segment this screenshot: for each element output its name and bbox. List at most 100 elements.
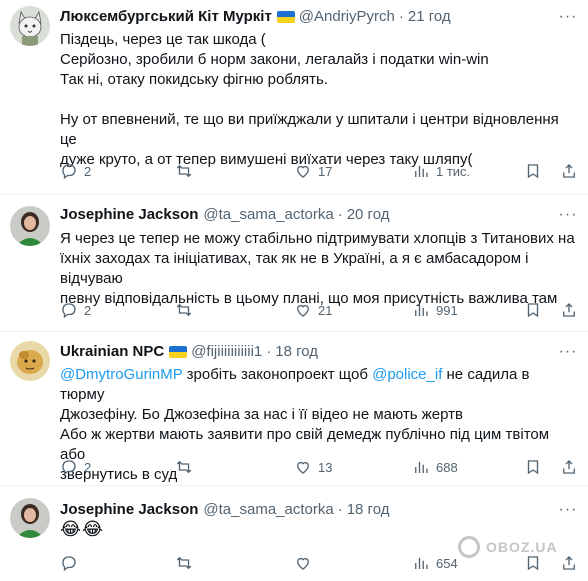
views-count: 654 [436, 555, 458, 571]
like-button[interactable]: 21 [294, 300, 332, 320]
tweet-line: @DmytroGurinMP зробіть законопроект щоб … [60, 365, 578, 405]
tweet-line: Так ні, отаку покидську фігню роблять. [60, 71, 329, 88]
tweet-text: Піздець, через це так шкода ( Серйозно, … [60, 30, 578, 170]
tweet-line: Серйозно, зробили б норм закони, легалай… [60, 51, 489, 68]
user-handle[interactable]: @fijiiiiiiiiiii1 [191, 342, 262, 362]
like-icon [297, 461, 309, 474]
tweet-line: Джозефіну. Бо Джозефіна за нас і її віде… [60, 406, 463, 423]
reply-count: 2 [84, 459, 92, 475]
like-button[interactable]: 13 [294, 457, 332, 477]
avatar[interactable] [10, 341, 50, 381]
tweet-header: Josephine Jackson @ta_sama_actorka · 18 … [60, 500, 389, 520]
timestamp[interactable]: 20 год [347, 205, 390, 225]
reply-button[interactable] [60, 553, 84, 573]
views-icon [415, 461, 428, 473]
share-icon [563, 460, 575, 474]
like-icon [297, 304, 309, 317]
like-count: 17 [318, 163, 333, 179]
separator-dot: · [337, 501, 343, 518]
like-count: 13 [318, 459, 333, 475]
tweet-line: їхніх заходах та ініціативах, так як не … [60, 250, 529, 287]
reply-icon [62, 164, 76, 180]
retweet-button[interactable] [175, 457, 199, 477]
reply-button[interactable]: 2 [60, 161, 91, 181]
timestamp[interactable]: 18 год [347, 500, 390, 520]
separator-dot: · [266, 343, 272, 360]
share-button[interactable] [560, 161, 578, 181]
bookmark-icon [527, 303, 539, 318]
more-icon[interactable]: ··· [558, 500, 578, 520]
bookmark-icon [527, 164, 539, 179]
share-button[interactable] [560, 300, 578, 320]
views-count: 688 [436, 459, 458, 475]
tweet-text-fragment: зробіть законопроект щоб [182, 366, 373, 383]
reply-icon [62, 460, 76, 476]
views-button[interactable]: 991 [412, 300, 458, 320]
tweet-text: Я через це тепер не можу стабільно підтр… [60, 229, 578, 309]
reply-icon [62, 556, 76, 572]
views-count: 991 [436, 302, 458, 318]
tweet-line: Піздець, через це так шкода ( [60, 31, 266, 48]
ukraine-flag-icon [169, 346, 188, 358]
views-button[interactable]: 1 тис. [412, 161, 470, 181]
retweet-button[interactable] [175, 553, 199, 573]
bookmark-button[interactable] [524, 457, 542, 477]
user-handle[interactable]: @ta_sama_actorka [203, 205, 333, 225]
tweet-3[interactable]: Ukrainian NPC @fijiiiiiiiiiii1 · 18 год … [0, 332, 588, 484]
retweet-button[interactable] [175, 161, 199, 181]
timestamp[interactable]: 18 год [275, 342, 318, 362]
display-name[interactable]: Josephine Jackson [60, 500, 198, 520]
display-name[interactable]: Josephine Jackson [60, 205, 198, 225]
avatar[interactable] [10, 498, 50, 538]
retweet-button[interactable] [175, 300, 199, 320]
reply-icon [62, 303, 76, 319]
views-icon [415, 165, 428, 177]
like-button[interactable] [294, 553, 318, 573]
views-count: 1 тис. [436, 163, 471, 179]
reply-button[interactable]: 2 [60, 300, 91, 320]
mention-link[interactable]: @police_if [372, 366, 442, 383]
bookmark-icon [527, 460, 539, 475]
retweet-icon [176, 303, 192, 317]
tweet-header: Люксембургський Кіт Муркіт @AndriyPyrch … [60, 7, 451, 27]
tweet-line: Я через це тепер не можу стабільно підтр… [60, 230, 575, 247]
timestamp[interactable]: 21 год [408, 7, 451, 27]
more-icon[interactable]: ··· [558, 342, 578, 362]
user-photo-icon [10, 498, 50, 538]
tweet-line [60, 90, 578, 110]
tweet-header: Josephine Jackson @ta_sama_actorka · 20 … [60, 205, 389, 225]
watermark-logo: OBOZ.UA [458, 533, 578, 561]
bookmark-button[interactable] [524, 300, 542, 320]
watermark-ring-icon [458, 536, 480, 558]
separator-dot: · [337, 206, 343, 223]
user-photo-icon [10, 206, 50, 246]
more-icon[interactable]: ··· [558, 7, 578, 27]
more-icon[interactable]: ··· [558, 205, 578, 225]
separator-dot: · [398, 8, 404, 25]
user-handle[interactable]: @ta_sama_actorka [203, 500, 333, 520]
ukraine-flag-icon [276, 11, 295, 23]
share-button[interactable] [560, 457, 578, 477]
views-button[interactable]: 688 [412, 457, 458, 477]
reply-button[interactable]: 2 [60, 457, 91, 477]
views-button[interactable]: 654 [412, 553, 458, 573]
views-icon [415, 304, 428, 316]
views-icon [415, 557, 428, 569]
mention-link[interactable]: @DmytroGurinMP [60, 366, 182, 383]
bookmark-button[interactable] [524, 161, 542, 181]
share-icon [563, 303, 575, 317]
avatar[interactable] [10, 206, 50, 246]
tweet-2[interactable]: Josephine Jackson @ta_sama_actorka · 20 … [0, 195, 588, 325]
display-name[interactable]: Ukrainian NPC [60, 342, 164, 362]
like-count: 21 [318, 302, 333, 318]
display-name[interactable]: Люксембургський Кіт Муркіт [60, 7, 272, 27]
like-icon [297, 165, 309, 178]
user-handle[interactable]: @AndriyPyrch [299, 7, 395, 27]
like-button[interactable]: 17 [294, 161, 332, 181]
avatar[interactable] [10, 6, 50, 46]
action-bar: 2 21 991 [60, 300, 578, 320]
cat-avatar-icon [10, 6, 50, 46]
tweet-1[interactable]: Люксембургський Кіт Муркіт @AndriyPyrch … [0, 0, 588, 186]
share-icon [563, 164, 575, 178]
action-bar: 2 17 1 тис. [60, 161, 578, 181]
